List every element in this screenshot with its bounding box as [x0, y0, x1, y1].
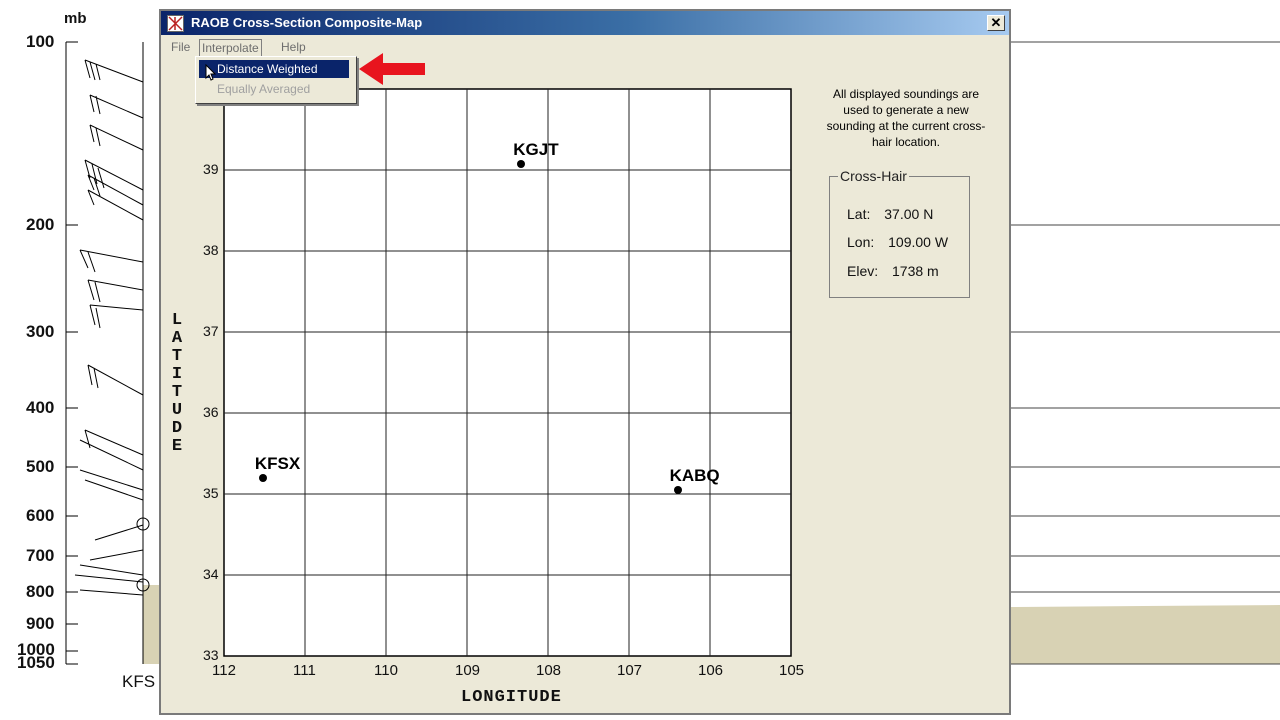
- station-label: KGJT: [513, 140, 559, 160]
- lat-unit: N: [923, 206, 934, 222]
- crosshair-elev-row: Elev: 1738 m: [847, 263, 939, 279]
- lat-value: 37.00: [884, 206, 920, 222]
- station-marker[interactable]: [673, 485, 682, 494]
- lon-unit: W: [934, 234, 949, 250]
- crosshair-group-title: Cross-Hair: [838, 168, 909, 184]
- lon-label: Lon:: [847, 234, 875, 250]
- annotation-arrow-icon: [359, 53, 425, 85]
- longitude-tick-label: 106: [698, 662, 724, 679]
- mouse-cursor-icon: [205, 64, 217, 81]
- menu-item-distance-weighted[interactable]: Distance Weighted: [199, 60, 349, 78]
- composite-map-plot[interactable]: [0, 0, 1280, 720]
- latitude-tick-label: 39: [203, 161, 219, 177]
- longitude-tick-label: 108: [536, 662, 562, 679]
- longitude-axis-title: LONGITUDE: [461, 688, 562, 707]
- longitude-tick-label: 109: [455, 662, 481, 679]
- longitude-tick-label: 112: [212, 662, 236, 679]
- longitude-tick-label: 105: [779, 662, 805, 679]
- latitude-axis-title: LATITUDE: [171, 311, 183, 456]
- menu-item-equally-averaged[interactable]: Equally Averaged: [199, 80, 349, 98]
- latitude-tick-label: 35: [203, 485, 219, 501]
- interpolate-dropdown: Distance Weighted Equally Averaged: [195, 56, 357, 104]
- crosshair-lat-row: Lat: 37.00 N: [847, 206, 933, 222]
- lat-label: Lat:: [847, 206, 871, 222]
- elev-value: 1738 m: [892, 263, 939, 279]
- latitude-tick-label: 38: [203, 242, 219, 258]
- station-label: KABQ: [669, 465, 720, 485]
- longitude-tick-label: 110: [374, 662, 398, 679]
- elev-label: Elev:: [847, 263, 879, 279]
- latitude-tick-label: 37: [203, 323, 219, 339]
- longitude-tick-label: 111: [293, 662, 316, 679]
- info-description: All displayed soundings are used to gene…: [826, 87, 986, 149]
- plot-frame: [223, 88, 792, 657]
- station-marker[interactable]: [258, 473, 267, 482]
- longitude-tick-label: 107: [617, 662, 643, 679]
- latitude-tick-label: 34: [203, 566, 219, 582]
- crosshair-lon-row: Lon: 109.00 W: [847, 234, 948, 250]
- latitude-tick-label: 33: [203, 647, 219, 663]
- latitude-tick-label: 36: [203, 404, 219, 420]
- lon-value: 109.00: [888, 234, 931, 250]
- station-label: KFSX: [254, 453, 301, 473]
